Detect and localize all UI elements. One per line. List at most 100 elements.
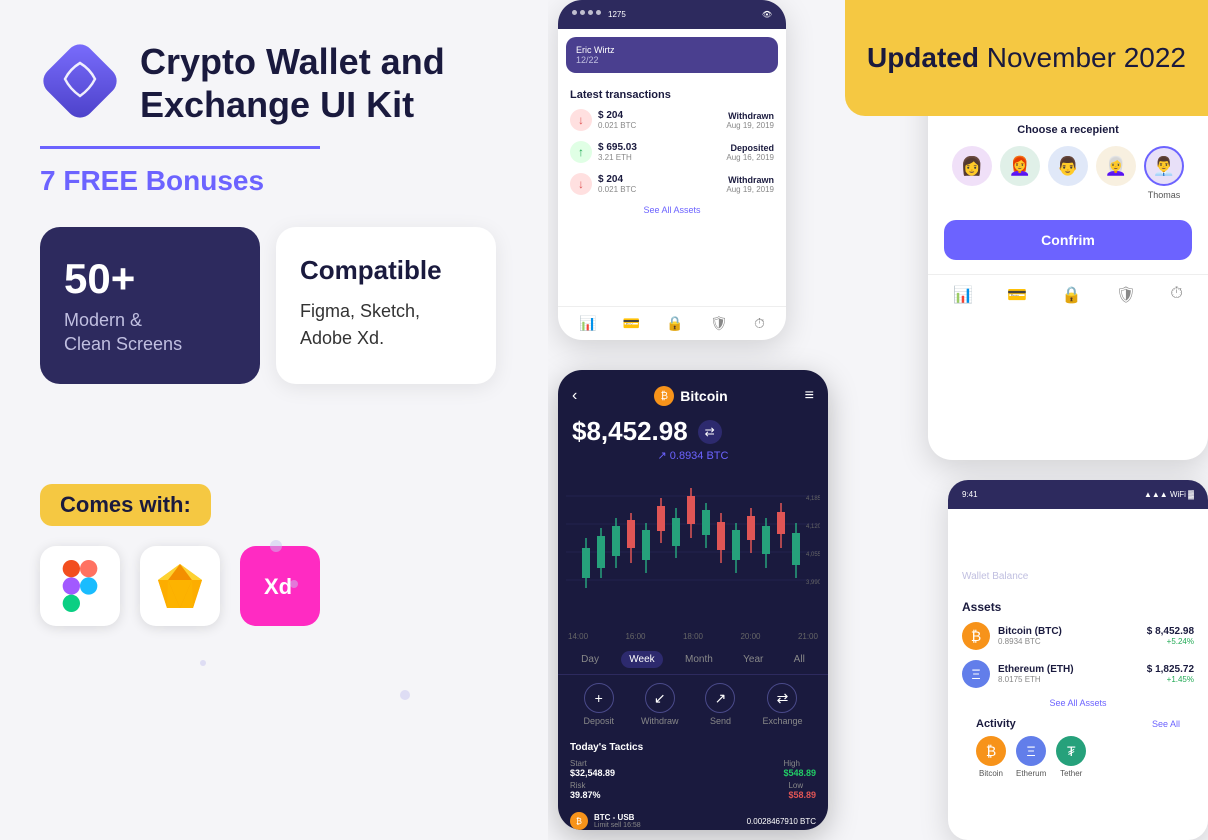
feature-cards: 50+ Modern &Clean Screens Compatible Fig… <box>40 227 540 384</box>
sketch-icon <box>140 546 220 626</box>
eth-coin-icon: Ξ <box>962 660 990 688</box>
btc-usb-icon: ₿ <box>570 812 588 830</box>
tab-day[interactable]: Day <box>573 651 607 668</box>
svg-text:Xd: Xd <box>264 574 292 599</box>
tab-all[interactable]: All <box>786 651 813 668</box>
activity-title: Activity <box>976 718 1016 730</box>
activity-see-all[interactable]: See All <box>1152 719 1180 729</box>
tx-row: ↑ $ 695.03 3.21 ETH Deposited Aug 16, 20… <box>570 141 774 163</box>
avatars-row: 👩 👩‍🦰 👨 👩‍🦳 <box>944 146 1192 200</box>
nav-shield-icon[interactable]: 🛡 <box>710 315 728 332</box>
updated-badge: Updated November 2022 <box>845 0 1208 116</box>
action-deposit[interactable]: + Deposit <box>583 683 614 726</box>
x-label-5: 21:00 <box>798 632 818 641</box>
eth-avatar: Ξ <box>1016 736 1046 766</box>
figma-icon <box>40 546 120 626</box>
period-tabs: Day Week Month Year All <box>558 645 828 674</box>
btc-coin-icon: ₿ <box>654 386 674 406</box>
tx-row: ↓ $ 204 0.021 BTC Withdrawn Aug 19, 2019 <box>570 109 774 131</box>
bonuses-text: 7 FREE Bonuses <box>40 165 540 197</box>
dot1 <box>270 540 282 552</box>
svg-text:3,990.21: 3,990.21 <box>806 580 820 586</box>
assets-title: Assets <box>962 600 1194 614</box>
tx-row: ↓ $ 204 0.021 BTC Withdrawn Aug 19, 2019 <box>570 173 774 195</box>
screen-count: 50+ <box>64 255 236 303</box>
btc-usb-amount: 0.0028467910 BTC <box>747 817 816 826</box>
send-nav-5[interactable]: ⏱ <box>1170 285 1182 305</box>
action-exchange[interactable]: ⇄ Exchange <box>762 683 802 726</box>
nav-wallet-icon[interactable]: 💳 <box>623 315 640 332</box>
home-back[interactable]: ‹ <box>962 517 967 535</box>
send-nav-1[interactable]: 📊 <box>953 285 973 305</box>
phone-bitcoin: ‹ ₿ Bitcoin ≡ $8,452.98 ⇄ ↗ 0.8934 BTC <box>558 370 828 830</box>
recipient-label: Choose a recepient <box>944 124 1192 136</box>
x-label-1: 14:00 <box>568 632 588 641</box>
send-nav-3[interactable]: 🔒 <box>1062 285 1082 305</box>
btc-usb-label: BTC - USB <box>594 813 641 822</box>
phone-home: 9:41 ▲▲▲ WiFi ▓ ‹ Home ≡ $24,825.90 Wall… <box>948 480 1208 840</box>
title-block: Crypto Wallet and Exchange UI Kit <box>140 40 445 126</box>
activity-tether: ₮ Tether <box>1056 736 1086 778</box>
nav-clock-icon[interactable]: ⏱ <box>754 315 765 332</box>
assets-section: Assets ₿ Bitcoin (BTC) 0.8934 BTC $ 8,45… <box>948 588 1208 790</box>
tether-avatar: ₮ <box>1056 736 1086 766</box>
asset-eth: Ξ Ethereum (ETH) 8.0175 ETH $ 1,825.72 +… <box>962 660 1194 688</box>
btc-coin-icon: ₿ <box>962 622 990 650</box>
screen-label: Modern &Clean Screens <box>64 309 236 356</box>
thomas-label: Thomas <box>1144 190 1184 200</box>
compatible-title: Compatible <box>300 255 472 286</box>
right-section: Updated November 2022 1275 👁 Eric Wirtz … <box>548 0 1208 840</box>
screens-card: 50+ Modern &Clean Screens <box>40 227 260 384</box>
home-balance: $24,825.90 <box>948 543 1208 571</box>
home-status-time: 9:41 <box>962 490 978 499</box>
activity-section: Activity See All ₿ Bitcoin Ξ Etherum ₮ T… <box>962 718 1194 778</box>
exchange-icon[interactable]: ⇄ <box>698 420 722 444</box>
logo <box>40 41 120 126</box>
btc-avatar: ₿ <box>976 736 1006 766</box>
avatar-thomas[interactable]: 👨‍💼 <box>1144 146 1184 186</box>
compatible-card: Compatible Figma, Sketch,Adobe Xd. <box>276 227 496 384</box>
asset-btc: ₿ Bitcoin (BTC) 0.8934 BTC $ 8,452.98 +5… <box>962 622 1194 650</box>
x-label-3: 18:00 <box>683 632 703 641</box>
btc-back-button[interactable]: ‹ <box>572 387 577 405</box>
comes-with-badge: Comes with: <box>40 484 211 526</box>
tab-week[interactable]: Week <box>621 651 662 668</box>
btc-menu-icon[interactable]: ≡ <box>805 387 814 405</box>
btc-price: $8,452.98 <box>572 416 688 447</box>
card-number: 1275 <box>608 10 626 19</box>
action-withdraw[interactable]: ↙ Withdraw <box>641 683 679 726</box>
btc-usb-limit: Limit sell 16:58 <box>594 822 641 829</box>
updated-text: Updated November 2022 <box>867 42 1186 74</box>
home-menu[interactable]: ≡ <box>1185 517 1194 535</box>
tab-month[interactable]: Month <box>677 651 721 668</box>
see-all-assets[interactable]: See All Assets <box>962 698 1194 708</box>
avatar-4[interactable]: 👩‍🦳 <box>1096 146 1136 186</box>
btc-actions: + Deposit ↙ Withdraw ↗ Send ⇄ Exchange <box>558 674 828 734</box>
tx-icon-up: ↑ <box>570 141 592 163</box>
nav-lock-icon[interactable]: 🔒 <box>666 315 683 332</box>
home-title: Home <box>1054 517 1098 535</box>
btc-name: Bitcoin <box>680 388 727 404</box>
nav-chart-icon[interactable]: 📊 <box>579 315 596 332</box>
phone-transactions: 1275 👁 Eric Wirtz 12/22 Latest transacti… <box>558 0 786 340</box>
confirm-button[interactable]: Confrim <box>944 220 1192 260</box>
tab-year[interactable]: Year <box>735 651 771 668</box>
avatar-3[interactable]: 👨 <box>1048 146 1088 186</box>
main-title: Crypto Wallet and Exchange UI Kit <box>140 40 445 126</box>
avatar-2[interactable]: 👩‍🦰 <box>1000 146 1040 186</box>
subtitle-divider <box>40 146 320 149</box>
activity-items: ₿ Bitcoin Ξ Etherum ₮ Tether <box>976 736 1180 778</box>
send-nav-4[interactable]: 🛡 <box>1116 285 1136 305</box>
see-all-link[interactable]: See All Assets <box>570 205 774 215</box>
svg-text:4,120.48: 4,120.48 <box>806 524 820 530</box>
x-label-2: 16:00 <box>625 632 645 641</box>
action-send[interactable]: ↗ Send <box>705 683 735 726</box>
send-nav-2[interactable]: 💳 <box>1007 285 1027 305</box>
tactics-section: Today's Tactics Start $32,548.89 High $5… <box>558 734 828 808</box>
left-section: Crypto Wallet and Exchange UI Kit 7 FREE… <box>0 0 580 840</box>
tx-icon-down2: ↓ <box>570 173 592 195</box>
send-bottom-nav: 📊 💳 🔒 🛡 ⏱ <box>928 274 1208 315</box>
dot3 <box>400 690 410 700</box>
bottom-nav: 📊 💳 🔒 🛡 ⏱ <box>558 306 786 340</box>
avatar-1[interactable]: 👩 <box>952 146 992 186</box>
